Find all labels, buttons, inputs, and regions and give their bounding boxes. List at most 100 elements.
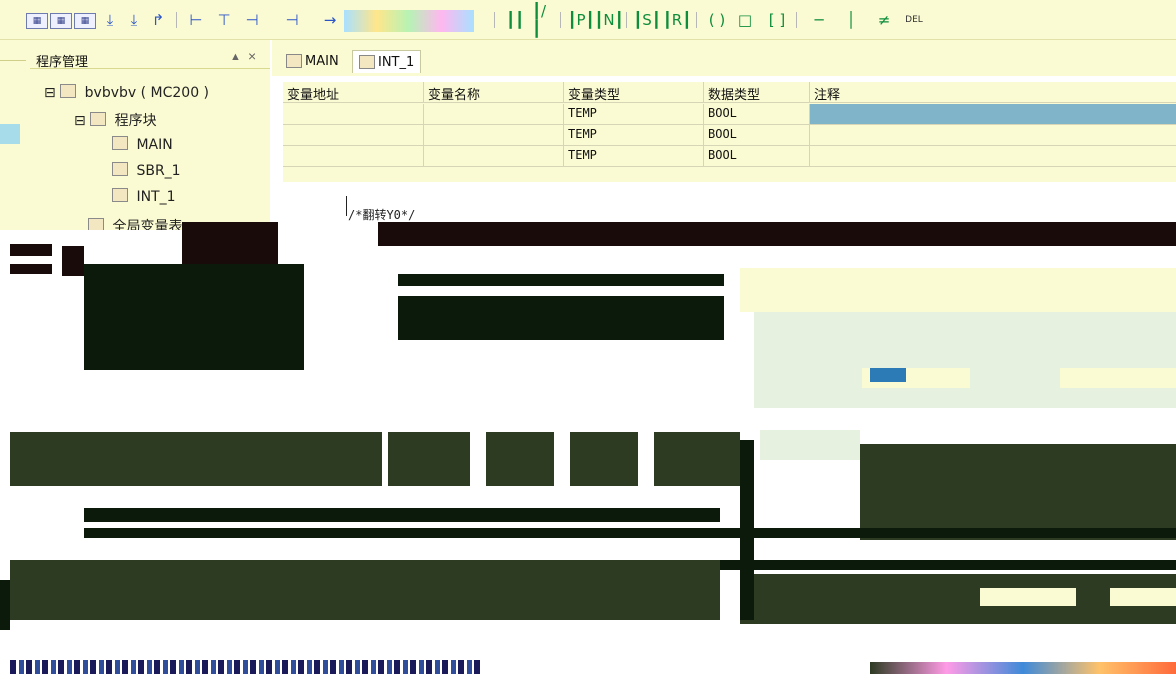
- glitch-bar: [10, 264, 52, 274]
- down-arrow-icon[interactable]: ⤓: [124, 9, 144, 31]
- cell-var-type[interactable]: TEMP: [564, 104, 704, 125]
- delete-line-icon[interactable]: ≠: [872, 9, 896, 31]
- header-comment: 注释: [810, 82, 1176, 103]
- cell-name[interactable]: [424, 104, 564, 125]
- cell-var-type[interactable]: TEMP: [564, 146, 704, 167]
- table-row[interactable]: TEMP BOOL: [283, 125, 1176, 146]
- tab-label: MAIN: [305, 53, 339, 69]
- glitch-toolbar-strip: [344, 10, 474, 32]
- folder-icon: [90, 112, 107, 126]
- glitch-field: [1110, 588, 1176, 606]
- glitch-block: [860, 444, 1176, 540]
- arrow-right-icon[interactable]: →: [320, 9, 340, 31]
- code-comment: /*翻转Y0*/: [348, 208, 416, 222]
- pin-icon[interactable]: ▲: [230, 51, 241, 63]
- program-icon: [112, 162, 128, 176]
- tab-int1[interactable]: INT_1: [352, 50, 422, 73]
- insert-row-icon[interactable]: ⊤: [212, 9, 236, 31]
- collapse-icon[interactable]: ⊟: [74, 113, 86, 129]
- glitch-bar: [720, 560, 1176, 570]
- cell-address[interactable]: [283, 104, 424, 125]
- glitch-strip: [870, 662, 1176, 674]
- block-icon[interactable]: [ ]: [766, 9, 788, 31]
- glitch-strip: [10, 660, 480, 674]
- delete-icon[interactable]: DEL: [900, 9, 928, 31]
- ladder-network-icon[interactable]: ▦: [26, 13, 48, 29]
- tree-item-sbr1[interactable]: SBR_1: [112, 162, 181, 179]
- cell-data-type[interactable]: BOOL: [704, 104, 810, 125]
- tree-item-main[interactable]: MAIN: [112, 136, 173, 153]
- tree-project[interactable]: ⊟ bvbvbv ( MC200 ): [44, 84, 209, 101]
- cell-name[interactable]: [424, 146, 564, 167]
- reset-icon[interactable]: ┃R┃: [663, 9, 691, 31]
- box-icon[interactable]: □: [734, 9, 756, 31]
- insert-row-icon[interactable]: ⊣: [240, 9, 264, 31]
- cell-address[interactable]: [283, 146, 424, 167]
- tree-program-block[interactable]: ⊟ 程序块: [74, 110, 157, 130]
- glitch-gap: [554, 432, 570, 486]
- glitch-bar: [84, 508, 720, 522]
- glitch-panel: [740, 268, 1176, 312]
- contact-p-icon[interactable]: ┃P┃: [567, 9, 594, 31]
- glitch-bar: [62, 246, 84, 276]
- del-label: DEL: [905, 15, 923, 25]
- glitch-highlight: [870, 368, 906, 382]
- table-header: 变量地址 变量名称 变量类型 数据类型 注释: [283, 82, 1176, 103]
- cell-address[interactable]: [283, 125, 424, 146]
- set-icon[interactable]: ┃S┃: [633, 9, 661, 31]
- cell-comment[interactable]: [810, 146, 1176, 167]
- ladder-network-icon[interactable]: ▦: [50, 13, 72, 29]
- glitch-block: [10, 432, 382, 486]
- ladder-network-icon[interactable]: ▦: [74, 13, 96, 29]
- glitch-bar: [378, 222, 1176, 246]
- cell-name[interactable]: [424, 125, 564, 146]
- insert-row-icon[interactable]: ⊣: [280, 9, 304, 31]
- glitch-gap: [398, 264, 724, 274]
- line-h-icon[interactable]: ─: [808, 9, 830, 31]
- header-address: 变量地址: [283, 82, 424, 103]
- glitch-block: [84, 264, 304, 370]
- tree-project-label: bvbvbv ( MC200 ): [84, 85, 210, 101]
- glitch-field: [1060, 368, 1176, 388]
- cell-var-type[interactable]: TEMP: [564, 125, 704, 146]
- header-data-type: 数据类型: [704, 82, 810, 103]
- glitch-bar: [0, 580, 10, 630]
- contact-n-icon[interactable]: ┃N┃: [594, 9, 623, 31]
- program-icon: [286, 54, 302, 68]
- table-row[interactable]: TEMP BOOL: [283, 104, 1176, 125]
- program-icon: [359, 55, 375, 69]
- contact-nc-icon[interactable]: ┃/┃: [532, 2, 554, 38]
- close-icon[interactable]: ×: [248, 48, 256, 64]
- side-accent: [0, 124, 20, 144]
- glitch-bar: [84, 528, 1176, 538]
- line-v-icon[interactable]: │: [840, 9, 862, 31]
- glitch-bar: [182, 222, 278, 266]
- glitch-vbar: [740, 440, 754, 620]
- program-icon: [112, 136, 128, 150]
- glitch-gap: [638, 432, 654, 486]
- down-arrow-icon[interactable]: ⤓: [100, 9, 120, 31]
- glitch-gap: [470, 432, 486, 486]
- tab-main[interactable]: MAIN: [280, 50, 345, 72]
- insert-row-icon[interactable]: ⊢: [184, 9, 208, 31]
- branch-icon[interactable]: ↱: [148, 9, 168, 31]
- variable-table: 变量地址 变量名称 变量类型 数据类型 注释 TEMP BOOL TEMP BO…: [283, 82, 1176, 182]
- collapse-icon[interactable]: ⊟: [44, 85, 56, 101]
- cell-comment[interactable]: [810, 125, 1176, 146]
- tree-item-int1[interactable]: INT_1: [112, 188, 176, 205]
- header-name: 变量名称: [424, 82, 564, 103]
- tab-label: INT_1: [378, 54, 415, 70]
- cell-data-type[interactable]: BOOL: [704, 125, 810, 146]
- cell-data-type[interactable]: BOOL: [704, 146, 810, 167]
- toolbar: ▦ ▦ ▦ ⤓ ⤓ ↱ ⊢ ⊤ ⊣ ⊣ → ┃┃ ┃/┃ ┃P┃ ┃N┃ ┃S┃…: [0, 0, 1176, 40]
- glitch-block: [10, 560, 720, 620]
- cell-comment[interactable]: [810, 104, 1176, 125]
- project-icon: [60, 84, 77, 98]
- glitch-bar: [10, 244, 52, 256]
- table-row[interactable]: TEMP BOOL: [283, 146, 1176, 167]
- coil-icon[interactable]: ( ): [706, 9, 728, 31]
- tree-item-label: MAIN: [136, 137, 173, 153]
- glitch-panel: [760, 430, 860, 460]
- contact-no-icon[interactable]: ┃┃: [504, 9, 526, 31]
- panel-title: 程序管理: [36, 55, 89, 70]
